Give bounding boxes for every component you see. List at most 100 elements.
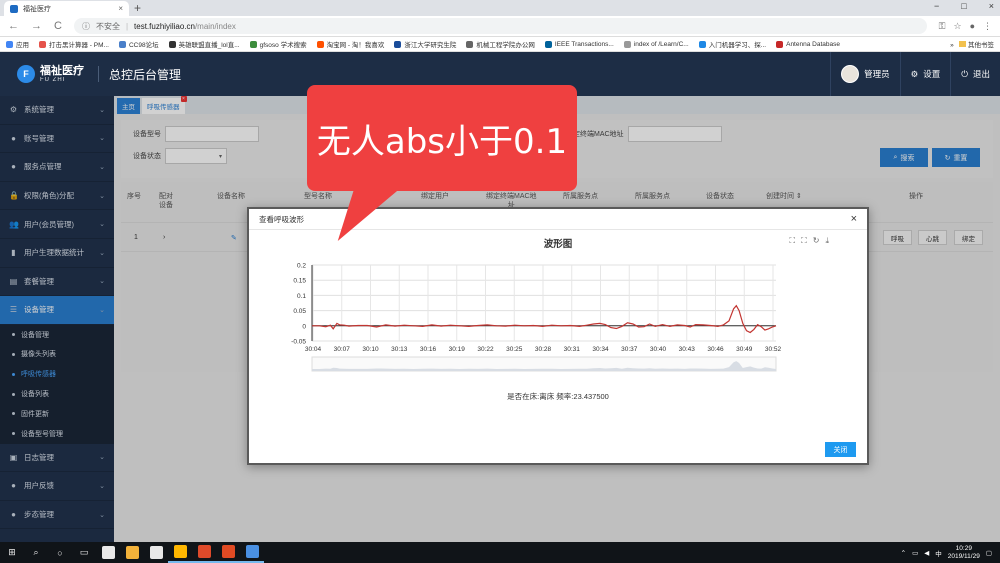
profile-icon[interactable]: ● xyxy=(970,21,975,32)
url-field[interactable]: ⓘ 不安全 | test.fuzhiyiliao.cn /main/index xyxy=(73,18,927,34)
taskbar-app-icon[interactable] xyxy=(144,542,168,563)
bookmark-favicon-icon xyxy=(6,40,13,48)
cortana-icon[interactable]: ○ xyxy=(48,542,72,563)
x-tick-label: 30:28 xyxy=(535,346,552,353)
taskbar-app-icon[interactable] xyxy=(216,542,240,563)
bookmark-favicon-icon xyxy=(249,40,257,48)
x-tick-label: 30:34 xyxy=(592,346,609,353)
app-icon xyxy=(173,545,187,558)
restore-icon[interactable]: ↻ xyxy=(813,236,820,246)
close-tab-icon[interactable]: × xyxy=(118,4,123,13)
bookmark-favicon-icon xyxy=(623,40,631,48)
taskbar-app-icon[interactable] xyxy=(192,542,216,563)
system-tray: ⌃ ▭ ◀ 中 10:29 2019/11/29 ▢ xyxy=(901,545,1000,561)
zoom-icon[interactable]: ⛶ xyxy=(790,236,796,246)
bookmark-label: 淘宝网 - 淘！我喜欢 xyxy=(326,42,385,49)
bookmark-favicon-icon xyxy=(544,40,552,48)
bookmark-item[interactable]: 打击黑计算器 - PM... xyxy=(39,39,109,49)
url-path: /main/index xyxy=(194,21,236,31)
security-warning-icon: ⓘ xyxy=(81,21,90,31)
browser-tab-title: 福祉医疗 xyxy=(23,5,51,13)
bookmark-label: 机械工程学院办公网 xyxy=(476,42,535,49)
y-tick-label: 0.1 xyxy=(297,293,306,300)
bookmark-item[interactable]: 机械工程学院办公网 xyxy=(466,39,535,49)
back-button[interactable]: ← xyxy=(8,20,19,32)
bookmark-item[interactable]: CC98论坛 xyxy=(118,39,159,49)
bookmark-item[interactable]: 英雄联盟直播_lol直... xyxy=(168,39,240,49)
app-title: 总控后台管理 xyxy=(98,66,181,82)
windows-start-icon[interactable]: ⊞ xyxy=(0,542,24,563)
x-tick-label: 30:43 xyxy=(679,346,696,353)
y-tick-label: 0.05 xyxy=(293,308,306,315)
minimize-button[interactable]: − xyxy=(934,1,939,11)
x-tick-label: 30:37 xyxy=(621,346,638,353)
x-tick-label: 30:31 xyxy=(564,346,581,353)
chart-footer: 是否在床:离床 频率:23.437500 xyxy=(507,392,609,401)
app-icon xyxy=(125,546,139,559)
bookmark-item[interactable]: index of /Learn/C... xyxy=(623,40,689,48)
x-tick-label: 30:16 xyxy=(420,346,437,353)
browser-tabstrip: 福祉医疗 × + − □ × xyxy=(0,0,1000,16)
x-tick-label: 30:52 xyxy=(765,346,782,353)
close-icon[interactable]: × xyxy=(851,213,857,225)
x-tick-label: 30:10 xyxy=(362,346,379,353)
taskbar-app-icon[interactable] xyxy=(120,542,144,563)
bookmark-item[interactable]: 应用 xyxy=(6,39,29,49)
clock-date: 2019/11/29 xyxy=(947,552,980,560)
bookmark-item[interactable]: gfsoso 学术搜索 xyxy=(249,39,307,49)
notification-icon[interactable]: ▢ xyxy=(986,549,992,557)
close-window-button[interactable]: × xyxy=(989,1,994,11)
taskbar-app-icon[interactable] xyxy=(96,542,120,563)
bookmark-label: index of /Learn/C... xyxy=(633,40,689,48)
logo-name-cn: 福祉医疗 xyxy=(40,64,84,77)
close-button[interactable]: 关闭 xyxy=(825,442,856,457)
user-menu[interactable]: 管理员 xyxy=(830,52,900,96)
download-icon[interactable]: ⤓ xyxy=(825,236,829,246)
bookmark-favicon-icon xyxy=(698,40,706,48)
logout-button[interactable]: ⏻ 退出 xyxy=(950,52,1000,96)
bookmark-favicon-icon xyxy=(394,40,402,48)
new-tab-button[interactable]: + xyxy=(134,1,141,15)
settings-button[interactable]: ⚙ 设置 xyxy=(899,52,951,96)
url-host: test.fuzhiyiliao.cn xyxy=(134,21,195,31)
bookmark-label: 打击黑计算器 - PM... xyxy=(49,42,109,49)
x-tick-label: 30:07 xyxy=(334,346,351,353)
network-icon[interactable]: ▭ xyxy=(912,549,918,557)
bookmark-item[interactable]: IEEE Transactions... xyxy=(544,40,614,48)
site-favicon-icon xyxy=(10,4,18,13)
logo-name-en: FU ZHI xyxy=(40,76,66,83)
browser-tab[interactable]: 福祉医疗 × xyxy=(4,1,129,16)
maximize-button[interactable]: □ xyxy=(961,1,966,11)
task-view-icon[interactable]: ▭ xyxy=(72,542,96,563)
other-bookmarks[interactable]: 其他书签 xyxy=(968,42,994,49)
taskbar-app-icon[interactable] xyxy=(240,542,264,563)
bookmark-item[interactable]: 淘宝网 - 淘！我喜欢 xyxy=(316,39,385,49)
star-icon[interactable]: ☆ xyxy=(953,21,961,32)
volume-icon[interactable]: ◀ xyxy=(924,549,929,557)
bookmark-label: CC98论坛 xyxy=(128,42,159,49)
x-tick-label: 30:04 xyxy=(305,346,322,353)
reload-button[interactable]: C xyxy=(54,20,62,32)
chart-toolbox: ⛶ ⛶ ↻ ⤓ xyxy=(790,236,829,246)
bookmark-favicon-icon xyxy=(466,40,474,48)
y-tick-label: -0.05 xyxy=(291,339,306,346)
waveform-chart: 0.2 0.15 0.1 0.05 0 -0.0530:04 30:07 30:10 30:13… xyxy=(291,263,782,372)
taskbar-app-icon[interactable] xyxy=(168,542,192,563)
search-icon[interactable]: ⌕ xyxy=(24,542,48,563)
x-tick-label: 30:13 xyxy=(391,346,408,353)
forward-button[interactable]: → xyxy=(31,20,42,32)
zoom-reset-icon[interactable]: ⛶ xyxy=(801,236,807,246)
bookmarks-more-button[interactable]: » xyxy=(950,42,954,49)
key-icon[interactable]: ⚿ xyxy=(939,21,946,32)
bookmark-item[interactable]: 浙江大学研究生院 xyxy=(394,39,456,49)
bookmark-label: Antenna Database xyxy=(786,40,840,48)
menu-icon[interactable]: ⋮ xyxy=(983,21,992,32)
app-icon xyxy=(101,546,115,559)
tray-up-icon[interactable]: ⌃ xyxy=(901,549,906,557)
avatar xyxy=(841,65,860,83)
clock[interactable]: 10:29 2019/11/29 xyxy=(948,545,980,561)
bookmark-item[interactable]: Antenna Database xyxy=(776,40,840,48)
bookmark-item[interactable]: 入门机器学习、探... xyxy=(698,39,766,49)
bookmark-favicon-icon xyxy=(316,40,324,48)
ime-indicator[interactable]: 中 xyxy=(935,548,942,558)
